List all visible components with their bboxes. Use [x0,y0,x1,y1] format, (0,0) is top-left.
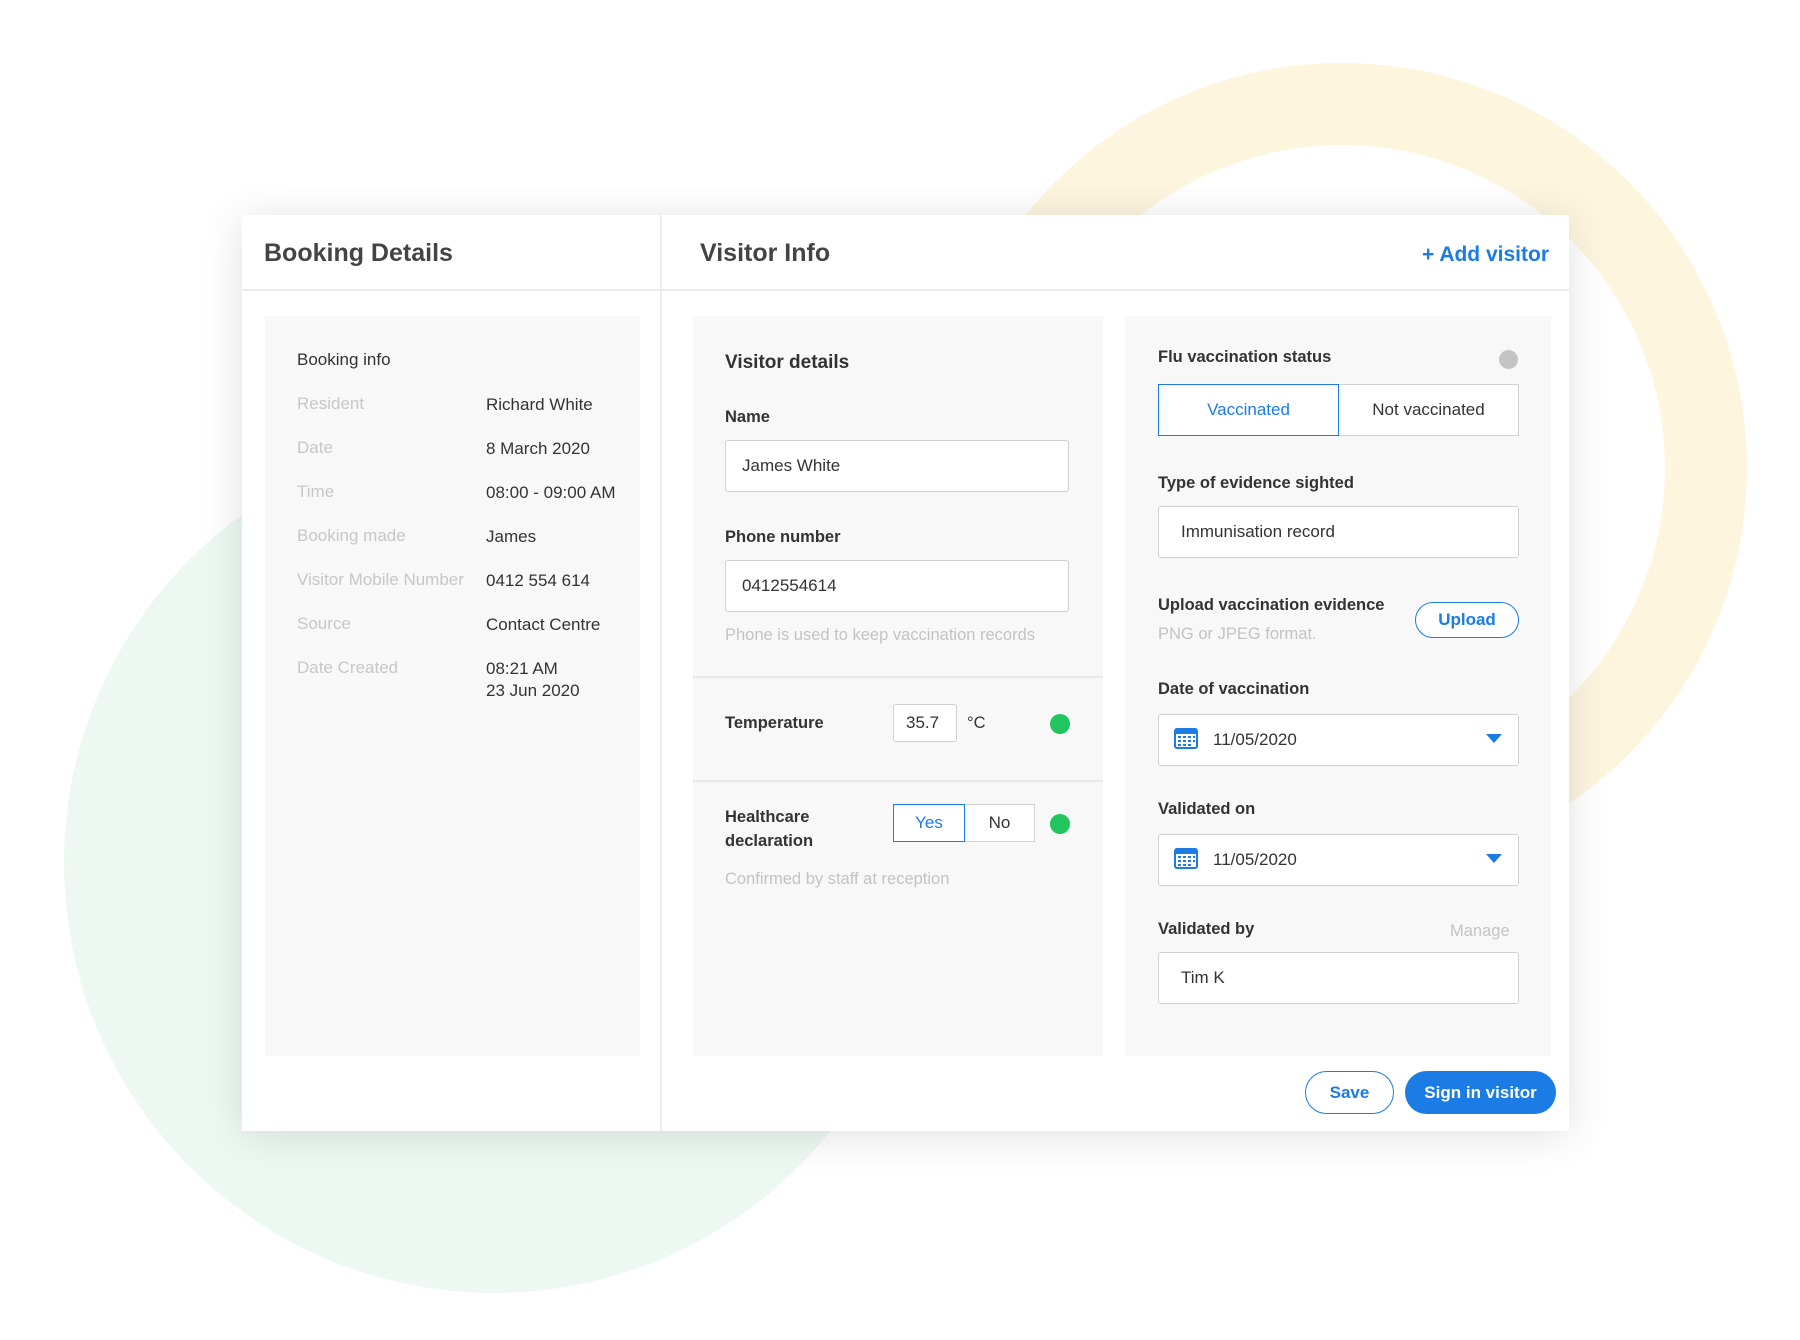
name-input-value: James White [742,456,841,475]
row-label: Date [297,438,333,457]
row-label: Booking made [297,526,406,545]
row-label: Date Created [297,658,399,677]
booking-info-panel: Booking info Resident Richard White Date… [265,316,640,1056]
temperature-label: Temperature [725,714,824,732]
upload-button[interactable]: Upload [1415,602,1519,638]
temperature-value: 35.7 [906,713,940,732]
evidence-input[interactable]: Immunisation record [1158,506,1519,558]
flu-status-toggle: Vaccinated Not vaccinated [1158,384,1519,436]
row-value: 0412 554 614 [486,571,590,590]
visitor-details-panel: Visitor details Name James White Phone n… [693,316,1103,1056]
phone-hint: Phone is used to keep vaccination record… [725,626,1036,644]
flu-vaccination-panel: Flu vaccination status Vaccinated Not va… [1125,316,1551,1056]
calendar-icon [1174,848,1198,869]
row-value: James [486,527,537,546]
vaccination-date-label: Date of vaccination [1158,680,1310,698]
upload-label: Upload vaccination evidence [1158,596,1385,614]
save-button[interactable]: Save [1305,1071,1394,1114]
healthcare-label-line2: declaration [725,832,814,850]
evidence-label: Type of evidence sighted [1158,474,1354,492]
booking-info-title: Booking info [297,350,391,369]
flu-status-dot [1499,350,1518,369]
row-value: Richard White [486,395,593,414]
temperature-input[interactable]: 35.7 [893,704,957,742]
row-value: 8 March 2020 [486,439,590,458]
healthcare-yes-option[interactable]: Yes [893,804,965,842]
healthcare-hint: Confirmed by staff at reception [725,870,950,888]
flu-status-label: Flu vaccination status [1158,348,1332,366]
vaccination-date-picker[interactable]: 11/05/2020 [1158,714,1519,766]
validated-by-input[interactable]: Tim K [1158,952,1519,1004]
row-value-secondary: 23 Jun 2020 [486,681,580,700]
chevron-down-icon [1486,734,1502,743]
healthcare-status-dot [1050,814,1070,834]
section-divider [693,780,1103,782]
manage-link[interactable]: Manage [1450,922,1510,941]
healthcare-label-line1: Healthcare [725,808,810,826]
healthcare-toggle: Yes No [893,804,1035,842]
healthcare-no-option[interactable]: No [965,804,1035,842]
row-value: 08:21 AM [486,659,558,678]
not-vaccinated-option[interactable]: Not vaccinated [1339,384,1519,436]
sign-in-visitor-button[interactable]: Sign in visitor [1405,1071,1556,1114]
validated-by-value: Tim K [1181,968,1225,987]
header-divider [242,289,1569,291]
row-label: Resident [297,394,365,413]
name-input[interactable]: James White [725,440,1069,492]
visitor-sign-in-card: Booking Details Booking info Resident Ri… [242,215,1569,1131]
evidence-value: Immunisation record [1181,522,1336,541]
temperature-unit: °C [967,714,986,732]
visitor-info-title: Visitor Info [700,239,831,267]
validated-on-value: 11/05/2020 [1213,850,1297,869]
visitor-details-title: Visitor details [725,352,850,373]
panel-divider [660,215,662,1131]
validated-on-picker[interactable]: 11/05/2020 [1158,834,1519,886]
row-label: Visitor Mobile Number [297,570,464,589]
validated-on-label: Validated on [1158,800,1256,818]
temperature-status-dot [1050,714,1070,734]
phone-label: Phone number [725,528,841,546]
section-divider [693,676,1103,678]
row-label: Source [297,614,351,633]
row-value: Contact Centre [486,615,601,634]
booking-details-title: Booking Details [264,239,453,267]
row-label: Time [297,482,335,501]
upload-hint: PNG or JPEG format. [1158,625,1317,643]
add-visitor-link[interactable]: + Add visitor [1422,243,1549,267]
vaccination-date-value: 11/05/2020 [1213,730,1297,749]
row-value: 08:00 - 09:00 AM [486,483,616,502]
chevron-down-icon [1486,854,1502,863]
phone-input-value: 0412554614 [742,576,837,595]
vaccinated-option[interactable]: Vaccinated [1158,384,1339,436]
validated-by-label: Validated by [1158,920,1255,938]
phone-input[interactable]: 0412554614 [725,560,1069,612]
calendar-icon [1174,728,1198,749]
name-label: Name [725,408,770,426]
